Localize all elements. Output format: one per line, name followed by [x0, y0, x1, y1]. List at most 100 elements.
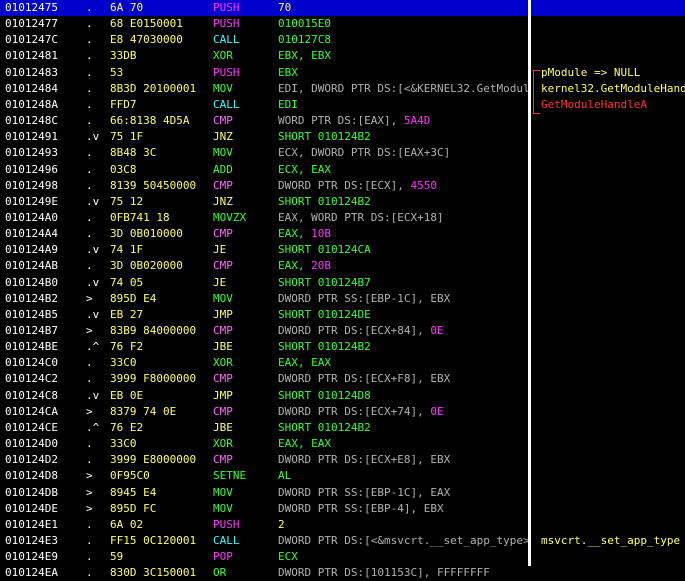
instruction-row[interactable]: 01012477. 68 E0150001 PUSH 010015E0: [0, 16, 685, 32]
operands-cell: SHORT 010124B2: [278, 194, 371, 208]
mnemonic-cell: CALL: [213, 33, 240, 47]
hex-dump-cell: 74 05: [110, 275, 144, 289]
jump-marker: >: [86, 291, 93, 305]
hex-dump-cell: 33DB: [110, 49, 137, 63]
operands-cell: EAX, 10B: [278, 227, 331, 241]
instruction-row[interactable]: 010124CE .^ 76 E2 JBE SHORT 010124B2: [0, 420, 685, 436]
hex-dump-cell: EB 0E: [110, 388, 144, 402]
address-cell: 01012475: [5, 0, 80, 16]
hex-dump-cell: 6A 70: [110, 1, 144, 14]
address-cell: 01012496: [5, 162, 58, 176]
operands-cell: DWORD PTR DS:[101153C], FFFFFFFF: [278, 566, 490, 580]
instruction-row[interactable]: 0101248C. 66:8138 4D5A CMP WORD PTR DS:[EAX…: [0, 113, 685, 129]
instruction-row[interactable]: 0101248A. FFD7 CALL EDI GetModuleHandleA: [0, 97, 685, 113]
hex-dump-cell: 895D E4: [110, 291, 157, 305]
jump-marker: .: [86, 81, 93, 95]
mnemonic-cell: CMP: [213, 114, 233, 128]
instruction-row[interactable]: 010124C2. 3999 F8000000 CMP DWORD PTR DS:[E…: [0, 371, 685, 387]
address-cell: 01012481: [5, 49, 58, 63]
instruction-row[interactable]: 010124AB. 3D 0B020000 CMP EAX, 20B: [0, 258, 685, 274]
instruction-row[interactable]: 010124D8 >0F95C0 SETNE AL: [0, 468, 685, 484]
operands-cell: SHORT 010124B2: [278, 420, 371, 434]
instruction-row[interactable]: 010124E1. 6A 02 PUSH 2: [0, 517, 685, 533]
address-cell: 01012477: [5, 17, 58, 31]
operands-cell: DWORD PTR SS:[EBP-1C], EAX: [278, 485, 451, 499]
hex-dump-cell: 68 E0150001: [110, 17, 183, 31]
mnemonic-cell: CMP: [213, 453, 233, 467]
address-cell: 010124D2: [5, 453, 58, 467]
instruction-row[interactable]: 010124BE .^ 76 F2 JBE SHORT 010124B2: [0, 339, 685, 355]
mnemonic-cell: JBE: [213, 340, 233, 354]
instruction-row[interactable]: 010124A4. 3D 0B010000 CMP EAX, 10B: [0, 226, 685, 242]
instruction-row[interactable]: 010124DB >8945 E4 MOV DWORD PTR SS:[EBP-1C]…: [0, 485, 685, 501]
operands-cell: SHORT 010124B2: [278, 130, 371, 144]
mnemonic-cell: CALL: [213, 97, 240, 111]
mnemonic-cell: CMP: [213, 259, 233, 273]
instruction-row[interactable]: 010124C0. 33C0 XOR EAX, EAX: [0, 355, 685, 371]
address-cell: 010124CA: [5, 404, 58, 418]
instruction-row[interactable]: 010124B0 .v 74 05 JE SHORT 010124B7: [0, 275, 685, 291]
jump-marker: .: [86, 114, 93, 128]
instruction-row[interactable]: 0101247C. E8 47030000 CALL 010127C8: [0, 32, 685, 48]
hex-dump-cell: 0F95C0: [110, 469, 150, 483]
comment-cell: msvcrt.__set_app_type: [541, 533, 681, 547]
operands-cell: DWORD PTR SS:[EBP-1C], EBX: [278, 291, 451, 305]
jump-marker: .: [86, 227, 93, 241]
instruction-row[interactable]: 010124EA. 830D 3C150001 OR DWORD PTR DS:[10…: [0, 565, 685, 581]
operands-cell: ECX, EAX: [278, 162, 331, 176]
instruction-row[interactable]: 01012491 .v 75 1F JNZ SHORT 010124B2: [0, 129, 685, 145]
disassembly-pane[interactable]: 01012475. 6A 70 PUSH 70 01012477. 68 E0150001…: [0, 0, 685, 579]
jump-marker: .: [86, 550, 93, 564]
address-cell: 0101247C: [5, 33, 58, 47]
address-cell: 010124C8: [5, 388, 58, 402]
instruction-row[interactable]: 01012484. 8B3D 20100001 MOV EDI, DWORD PTR …: [0, 81, 685, 97]
hex-dump-cell: 33C0: [110, 437, 137, 451]
jump-marker: .: [86, 97, 93, 111]
operands-cell: EBX: [278, 65, 298, 79]
instruction-row[interactable]: 010124D0. 33C0 XOR EAX, EAX: [0, 436, 685, 452]
hex-dump-cell: 8379 74 0E: [110, 404, 177, 418]
address-cell: 0101249E: [5, 194, 58, 208]
hex-dump-cell: 76 E2: [110, 420, 144, 434]
instruction-row[interactable]: 010124DE >895D FC MOV DWORD PTR SS:[EBP-4],…: [0, 501, 685, 517]
instruction-row[interactable]: 010124A9 .v 74 1F JE SHORT 010124CA: [0, 242, 685, 258]
instruction-row[interactable]: 01012475. 6A 70 PUSH 70: [0, 0, 685, 16]
instruction-row[interactable]: 010124B7 >83B9 84000000 CMP DWORD PTR DS:[E…: [0, 323, 685, 339]
instruction-row[interactable]: 010124E9. 59 POP ECX: [0, 549, 685, 565]
instruction-row[interactable]: 010124CA >8379 74 0E CMP DWORD PTR DS:[ECX+…: [0, 404, 685, 420]
instruction-row[interactable]: 01012498. 8139 50450000 CMP DWORD PTR DS:[E…: [0, 178, 685, 194]
instruction-row[interactable]: 0101249E .v 75 12 JNZ SHORT 010124B2: [0, 194, 685, 210]
instruction-row[interactable]: 010124C8 .v EB 0E JMP SHORT 010124D8: [0, 388, 685, 404]
operands-cell: SHORT 010124D8: [278, 388, 371, 402]
jump-marker: .: [86, 162, 93, 176]
hex-dump-cell: FF15 0C120001: [110, 533, 197, 547]
instruction-row[interactable]: 010124D2. 3999 E8000000 CMP DWORD PTR DS:[E…: [0, 452, 685, 468]
hex-dump-cell: 74 1F: [110, 243, 144, 257]
instruction-row[interactable]: 01012481. 33DB XOR EBX, EBX: [0, 48, 685, 64]
address-cell: 010124B0: [5, 275, 58, 289]
jump-marker: .: [86, 453, 93, 467]
instruction-row[interactable]: 01012496. 03C8 ADD ECX, EAX: [0, 162, 685, 178]
instruction-row[interactable]: 010124B2 >895D E4 MOV DWORD PTR SS:[EBP-1C]…: [0, 291, 685, 307]
jump-marker: .: [86, 1, 93, 14]
instruction-row[interactable]: 01012493. 8B48 3C MOV ECX, DWORD PTR DS:[EA…: [0, 145, 685, 161]
instruction-row[interactable]: 01012483. 53 PUSH EBX pModule => NULL: [0, 65, 685, 81]
jump-marker: >: [86, 324, 93, 337]
hex-dump-cell: E8 47030000: [110, 33, 183, 47]
instruction-row[interactable]: 010124E3. FF15 0C120001 CALL DWORD PTR DS:[…: [0, 533, 685, 549]
address-cell: 010124DB: [5, 485, 58, 499]
instruction-row[interactable]: 010124A0. 0FB741 18 MOVZX EAX, WORD PTR DS:…: [0, 210, 685, 226]
mnemonic-cell: MOV: [213, 291, 233, 305]
operands-cell: EAX, 20B: [278, 259, 331, 273]
mnemonic-cell: CMP: [213, 404, 233, 418]
column-separator[interactable]: [528, 0, 531, 566]
mnemonic-cell: XOR: [213, 49, 233, 63]
mnemonic-cell: MOV: [213, 81, 233, 95]
jump-marker: .^: [86, 420, 100, 434]
mnemonic-cell: JMP: [213, 307, 233, 321]
operands-cell: DWORD PTR DS:[ECX+E8], EBX: [278, 453, 451, 467]
instruction-row[interactable]: 010124B5 .v EB 27 JMP SHORT 010124DE: [0, 307, 685, 323]
mnemonic-cell: CALL: [213, 533, 240, 547]
address-cell: 010124C2: [5, 372, 58, 386]
address-cell: 010124D0: [5, 437, 58, 451]
